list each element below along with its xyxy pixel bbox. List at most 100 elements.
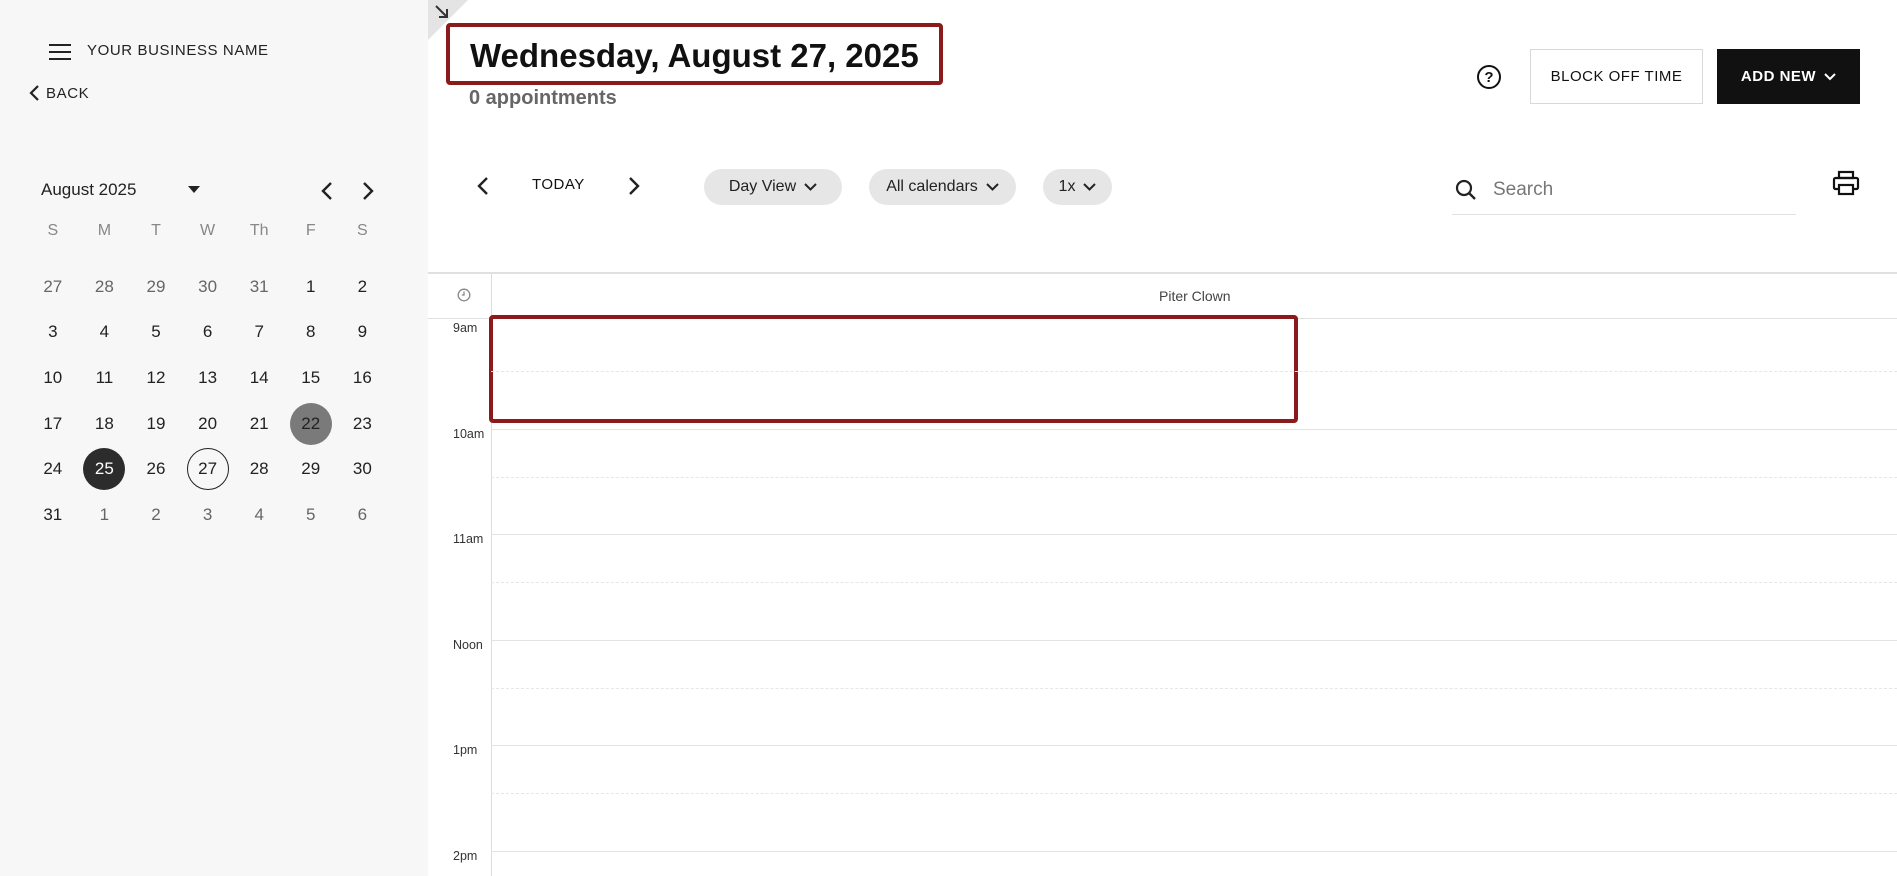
day-number: 10 xyxy=(43,367,63,387)
mini-calendar-day[interactable]: 22 xyxy=(285,401,337,447)
mini-calendar-day[interactable]: 3 xyxy=(182,492,234,538)
hamburger-icon[interactable] xyxy=(49,42,71,60)
day-number: 29 xyxy=(301,459,321,479)
day-number: 12 xyxy=(146,367,166,387)
day-number: 5 xyxy=(151,322,161,342)
question-circle-icon: ? xyxy=(1484,68,1494,86)
mini-calendar-day[interactable]: 1 xyxy=(285,264,337,310)
day-number: 31 xyxy=(43,504,63,524)
today-button[interactable]: TODAY xyxy=(532,176,585,193)
block-off-time-button[interactable]: BLOCK OFF TIME xyxy=(1530,49,1703,104)
day-number: 2 xyxy=(357,276,368,296)
weekday-header: Th xyxy=(249,222,269,239)
mini-calendar-day[interactable]: 3 xyxy=(27,309,79,355)
day-number: 26 xyxy=(146,459,166,479)
printer-icon[interactable] xyxy=(1832,170,1860,196)
chevron-down-icon xyxy=(986,183,999,191)
mini-calendar-day[interactable]: 21 xyxy=(233,401,285,447)
day-number: 14 xyxy=(249,367,269,387)
mini-calendar-day[interactable]: 16 xyxy=(337,355,389,401)
back-link[interactable]: BACK xyxy=(28,84,89,102)
day-number: 8 xyxy=(306,322,316,342)
back-label: BACK xyxy=(46,84,90,102)
grid-top-divider xyxy=(428,272,1897,274)
day-number: 30 xyxy=(352,459,372,479)
hour-line xyxy=(491,534,1897,535)
mini-calendar-day[interactable]: 4 xyxy=(79,309,131,355)
mini-calendar-day[interactable]: 30 xyxy=(182,264,234,310)
mini-calendar-day[interactable]: 10 xyxy=(27,355,79,401)
mini-calendar-day[interactable]: 29 xyxy=(130,264,182,310)
day-number: 25 xyxy=(83,448,126,491)
next-day-icon[interactable] xyxy=(628,175,642,197)
mini-calendar-day[interactable]: 2 xyxy=(337,264,389,310)
day-number: 1 xyxy=(99,504,110,524)
time-label: 2pm xyxy=(453,848,478,863)
mini-calendar-day[interactable]: 11 xyxy=(79,355,131,401)
caret-down-icon[interactable] xyxy=(188,186,200,193)
mini-calendar-day[interactable]: 19 xyxy=(130,401,182,447)
day-number: 21 xyxy=(249,413,269,433)
mini-calendar-day[interactable]: 28 xyxy=(79,264,131,310)
search-icon xyxy=(1455,179,1476,200)
mini-calendar-day[interactable]: 27 xyxy=(27,264,79,310)
mini-calendar-day[interactable]: 2 xyxy=(130,492,182,538)
add-new-label: ADD NEW xyxy=(1740,68,1817,85)
mini-calendar-day[interactable]: 25 xyxy=(79,446,131,492)
day-number: 29 xyxy=(146,276,166,296)
time-slot-9am[interactable] xyxy=(489,315,1298,423)
calendars-select[interactable]: All calendars xyxy=(869,169,1016,205)
day-number: 5 xyxy=(306,504,316,524)
mini-calendar-day[interactable]: 24 xyxy=(27,446,79,492)
weekday-header: F xyxy=(305,222,316,239)
mini-calendar-day[interactable]: 15 xyxy=(285,355,337,401)
mini-calendar-day[interactable]: 6 xyxy=(337,492,389,538)
mini-calendar-day[interactable]: 7 xyxy=(233,309,285,355)
view-select[interactable]: Day View xyxy=(704,169,842,205)
half-hour-line xyxy=(491,582,1897,583)
mini-calendar-day[interactable]: 28 xyxy=(233,446,285,492)
calendars-select-label: All calendars xyxy=(886,178,978,195)
page-title: Wednesday, August 27, 2025 xyxy=(446,23,943,85)
mini-calendar-day[interactable]: 5 xyxy=(285,492,337,538)
mini-calendar-day[interactable]: 9 xyxy=(337,309,389,355)
mini-calendar-day[interactable]: 17 xyxy=(27,401,79,447)
previous-day-icon[interactable] xyxy=(475,175,489,197)
mini-calendar-day[interactable]: 14 xyxy=(233,355,285,401)
chevron-down-icon xyxy=(804,183,817,191)
mini-calendar-day[interactable]: 31 xyxy=(27,492,79,538)
hour-line xyxy=(491,745,1897,746)
mini-calendar-day[interactable]: 20 xyxy=(182,401,234,447)
mini-calendar-day[interactable]: 6 xyxy=(182,309,234,355)
day-number: 6 xyxy=(357,504,368,524)
mini-calendar-day[interactable]: 31 xyxy=(233,264,285,310)
day-number: 23 xyxy=(352,413,372,433)
mini-calendar-next-icon[interactable] xyxy=(361,180,377,202)
mini-calendar-day[interactable]: 23 xyxy=(337,401,389,447)
mini-calendar-day[interactable]: 27 xyxy=(182,446,234,492)
zoom-select[interactable]: 1x xyxy=(1043,169,1112,205)
mini-calendar-day[interactable]: 13 xyxy=(182,355,234,401)
mini-calendar-prev-icon[interactable] xyxy=(318,180,334,202)
mini-calendar-month[interactable]: August 2025 xyxy=(41,180,136,200)
add-new-button[interactable]: ADD NEW xyxy=(1717,49,1860,104)
chevron-down-icon xyxy=(1083,183,1097,191)
mini-calendar-day[interactable]: 8 xyxy=(285,309,337,355)
mini-calendar-day[interactable]: 18 xyxy=(79,401,131,447)
mini-calendar-day[interactable]: 5 xyxy=(130,309,182,355)
day-number: 3 xyxy=(202,504,213,524)
mini-calendar-day[interactable]: 4 xyxy=(233,492,285,538)
hour-line xyxy=(491,850,1897,852)
search-input[interactable] xyxy=(1493,179,1783,201)
mini-calendar-day[interactable]: 29 xyxy=(285,446,337,492)
mini-calendar-day[interactable]: 30 xyxy=(337,446,389,492)
day-number: 30 xyxy=(198,276,218,296)
half-hour-line xyxy=(491,687,1897,689)
mini-calendar-day[interactable]: 1 xyxy=(79,492,131,538)
half-hour-line xyxy=(491,371,1897,372)
mini-calendar-day[interactable]: 26 xyxy=(130,446,182,492)
day-number: 15 xyxy=(301,367,321,387)
help-button[interactable]: ? xyxy=(1477,65,1501,89)
mini-calendar-day[interactable]: 12 xyxy=(130,355,182,401)
half-hour-line xyxy=(491,476,1897,478)
